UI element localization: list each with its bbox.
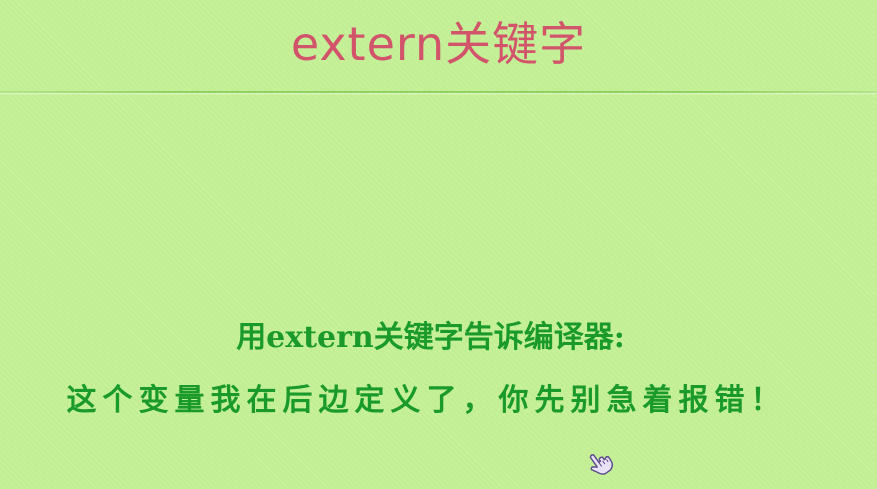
title-divider <box>0 91 877 93</box>
body-text-line-2: 这个变量我在后边定义了，你先别急着报错！ <box>66 383 787 418</box>
body-text-line-1: 用extern关键字告诉编译器: <box>236 320 625 355</box>
slide-title: extern关键字 <box>290 17 587 71</box>
hand-pointer-icon <box>589 454 614 475</box>
